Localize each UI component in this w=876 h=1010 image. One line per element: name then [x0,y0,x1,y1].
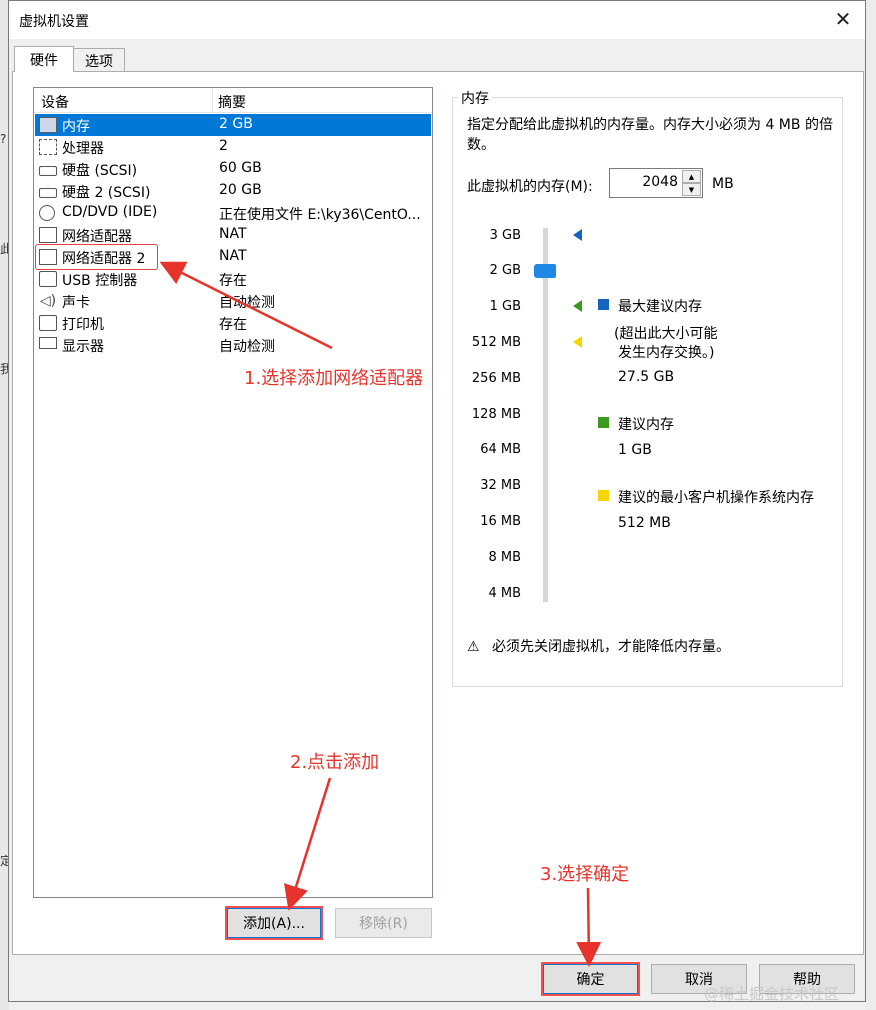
tab-hardware[interactable]: 硬件 [14,46,74,72]
annotation-arrows [159,261,602,967]
annotation-arrow-1 [159,261,333,350]
annotation-arrow-2 [284,777,332,911]
annotation-arrow-3 [576,887,602,967]
watermark: @稀土掘金技术社区 [704,985,840,1003]
